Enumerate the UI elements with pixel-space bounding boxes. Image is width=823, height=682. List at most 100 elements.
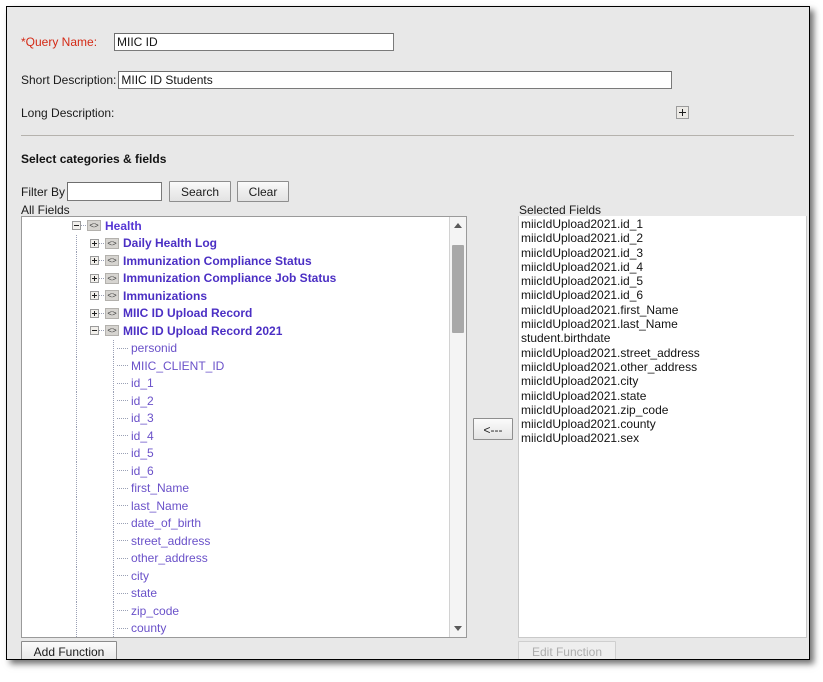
tree-leaf-item[interactable]: date_of_birth xyxy=(22,514,450,532)
tree-guide-line xyxy=(76,269,77,287)
tree-category-item[interactable]: <> MIIC ID Upload Record 2021 xyxy=(22,322,450,340)
tree-category-item[interactable]: <> Daily Health Log xyxy=(22,234,450,252)
code-brackets-icon: <> xyxy=(105,237,119,249)
tree-guide-line xyxy=(76,374,77,392)
short-description-label: Short Description: xyxy=(21,73,117,87)
tree-guide-line xyxy=(113,427,114,445)
tree-leaf-item[interactable]: city xyxy=(22,567,450,585)
tree-leaf-item[interactable]: id_1 xyxy=(22,374,450,392)
tree-connector xyxy=(117,347,129,349)
search-button[interactable]: Search xyxy=(169,181,232,202)
tree-connector xyxy=(117,575,129,577)
selected-field-item[interactable]: miicIdUpload2021.id_4 xyxy=(519,260,806,274)
tree-connector xyxy=(117,557,129,559)
tree-leaf-item[interactable]: id_2 xyxy=(22,392,450,410)
tree-guide-line xyxy=(113,514,114,532)
expand-plus-icon[interactable] xyxy=(90,291,99,301)
selected-field-item[interactable]: miicIdUpload2021.zip_code xyxy=(519,403,806,417)
tree-category-item[interactable]: <> Immunizations xyxy=(22,287,450,305)
tree-item-label: county xyxy=(131,621,167,636)
tree-guide-line xyxy=(76,357,77,375)
query-name-row: *Query Name: xyxy=(21,32,394,52)
selected-field-item[interactable]: miicIdUpload2021.id_3 xyxy=(519,246,806,260)
edit-function-button: Edit Function xyxy=(518,641,616,659)
tree-leaf-item[interactable]: county xyxy=(22,619,450,637)
query-details-form: *Query Name: Short Description: Long Des… xyxy=(7,7,809,136)
tree-connector xyxy=(117,400,129,402)
code-brackets-icon: <> xyxy=(105,272,119,284)
selected-field-item[interactable]: miicIdUpload2021.first_Name xyxy=(519,303,806,317)
tree-category-item[interactable]: <> Immunization Compliance Status xyxy=(22,252,450,270)
tree-item-label: state xyxy=(131,586,158,601)
tree-item-label: Immunization Compliance Status xyxy=(123,253,312,268)
short-description-row: Short Description: xyxy=(21,70,673,90)
plus-icon[interactable] xyxy=(676,106,689,119)
tree-guide-line xyxy=(76,322,77,340)
tree-scrollbar[interactable] xyxy=(449,217,466,637)
tree-guide-line xyxy=(113,532,114,550)
tree-category-item[interactable]: <> Immunization Compliance Job Status xyxy=(22,269,450,287)
selected-field-item[interactable]: miicIdUpload2021.county xyxy=(519,417,806,431)
tree-leaf-item[interactable]: last_Name xyxy=(22,497,450,515)
tree-guide-line xyxy=(76,532,77,550)
tree-item-label: Daily Health Log xyxy=(123,236,218,251)
short-description-input[interactable] xyxy=(118,71,673,89)
long-description-label: Long Description: xyxy=(21,106,115,120)
code-brackets-icon: <> xyxy=(105,255,119,267)
filter-input[interactable] xyxy=(67,182,163,201)
selected-field-item[interactable]: miicIdUpload2021.street_address xyxy=(519,346,806,360)
tree-connector xyxy=(117,540,129,542)
tree-leaf-item[interactable]: MIIC_CLIENT_ID xyxy=(22,357,450,375)
filter-by-label: Filter By xyxy=(21,184,66,199)
tree-leaf-item[interactable]: id_6 xyxy=(22,462,450,480)
tree-leaf-item[interactable]: id_4 xyxy=(22,427,450,445)
tree-guide-line xyxy=(76,252,77,270)
collapse-minus-icon[interactable] xyxy=(90,326,99,336)
tree-leaf-item[interactable]: first_Name xyxy=(22,479,450,497)
selected-field-item[interactable]: miicIdUpload2021.id_5 xyxy=(519,274,806,288)
scroll-down-arrow-icon[interactable] xyxy=(450,620,466,637)
tree-connector xyxy=(117,522,129,524)
selected-field-item[interactable]: miicIdUpload2021.state xyxy=(519,389,806,403)
expand-plus-icon[interactable] xyxy=(90,308,99,318)
selected-field-item[interactable]: miicIdUpload2021.id_1 xyxy=(519,217,806,231)
tree-leaf-item[interactable]: personid xyxy=(22,339,450,357)
tree-category-item[interactable]: <> MIIC ID Upload Record xyxy=(22,304,450,322)
tree-guide-line xyxy=(113,567,114,585)
tree-connector xyxy=(117,417,129,419)
tree-guide-line xyxy=(76,497,77,515)
tree-item-label: Health xyxy=(105,218,142,233)
tree-leaf-item[interactable]: zip_code xyxy=(22,602,450,620)
selected-field-item[interactable]: miicIdUpload2021.sex xyxy=(519,431,806,445)
selected-field-item[interactable]: miicIdUpload2021.last_Name xyxy=(519,317,806,331)
tree-leaf-item[interactable]: state xyxy=(22,584,450,602)
tree-guide-line xyxy=(113,602,114,620)
tree-guide-line xyxy=(76,567,77,585)
clear-button[interactable]: Clear xyxy=(237,181,290,202)
query-name-input[interactable] xyxy=(114,33,394,51)
tree-guide-line xyxy=(113,392,114,410)
selected-field-item[interactable]: miicIdUpload2021.id_2 xyxy=(519,231,806,245)
scroll-up-arrow-icon[interactable] xyxy=(450,217,466,234)
add-function-button[interactable]: Add Function xyxy=(21,641,117,659)
selected-field-item[interactable]: miicIdUpload2021.id_6 xyxy=(519,288,806,302)
selected-field-item[interactable]: student.birthdate xyxy=(519,331,806,345)
expand-plus-icon[interactable] xyxy=(90,273,99,283)
expand-plus-icon[interactable] xyxy=(90,238,99,248)
tree-leaf-item[interactable]: street_address xyxy=(22,532,450,550)
tree-item-label: zip_code xyxy=(131,603,180,618)
tree-item-label: MIIC_CLIENT_ID xyxy=(131,358,225,373)
selected-field-item[interactable]: miicIdUpload2021.city xyxy=(519,374,806,388)
tree-leaf-item[interactable]: id_3 xyxy=(22,409,450,427)
tree-category-item[interactable]: <> Health xyxy=(22,217,450,235)
expand-plus-icon[interactable] xyxy=(90,256,99,266)
tree-leaf-item[interactable]: id_5 xyxy=(22,444,450,462)
selected-field-item[interactable]: miicIdUpload2021.other_address xyxy=(519,360,806,374)
tree-item-label: id_2 xyxy=(131,393,154,408)
tree-guide-line xyxy=(113,619,114,637)
tree-guide-line xyxy=(113,409,114,427)
tree-leaf-item[interactable]: other_address xyxy=(22,549,450,567)
move-left-arrow-button[interactable]: <--- xyxy=(473,418,513,440)
collapse-minus-icon[interactable] xyxy=(72,221,81,231)
tree-scrollbar-thumb[interactable] xyxy=(452,245,464,333)
